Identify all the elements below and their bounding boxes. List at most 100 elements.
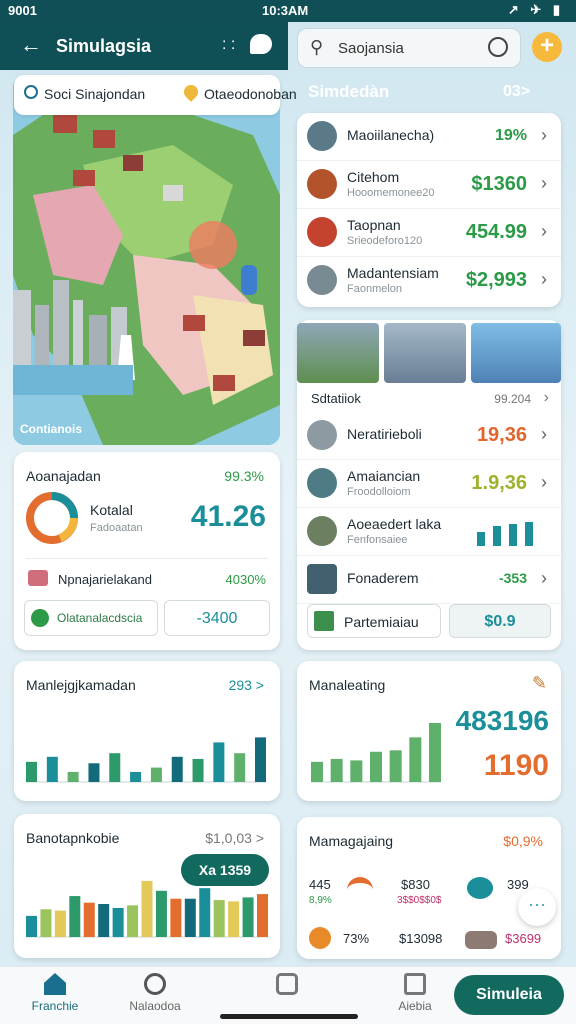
gauge-icon	[347, 877, 373, 899]
card-value[interactable]: 293 >	[229, 677, 264, 693]
status-icons: ↗ ✈ ▮	[507, 2, 564, 17]
nav-center[interactable]	[232, 973, 342, 999]
chart-bar	[311, 761, 323, 782]
nav-search-label: Nalaodoa	[129, 999, 181, 1013]
photo-thumbnail[interactable]	[297, 323, 379, 383]
clipboard-icon	[404, 973, 426, 995]
card-value: $0,9%	[503, 833, 543, 849]
summary-value: 73%	[343, 931, 370, 946]
search-icon: ⚲	[310, 37, 324, 57]
card-title: Manlejgjkamadan	[26, 677, 136, 693]
photo-card: Sdtatiiok 99.204 › Neratirieboli 19,36 ›…	[297, 320, 561, 650]
bar-chart-card[interactable]: Banotapnkobie $1,0,03 > Xa 1359	[14, 814, 280, 958]
pin-icon	[181, 82, 201, 102]
right-section-count[interactable]: 03>	[503, 83, 530, 101]
chart-bar	[213, 742, 225, 782]
summary-card[interactable]: Mamagajaing $0,9% 445 8,9% $830 3$$0$$0$…	[297, 817, 561, 959]
chart-bar	[330, 758, 343, 782]
list-item[interactable]: Maoiilanecha) 19% ›	[297, 113, 561, 161]
list-item[interactable]: Fonaderem -353 ›	[297, 556, 561, 604]
page-title: Simulagsia	[56, 36, 152, 56]
list-item-name: Citehom	[347, 169, 400, 185]
divider	[26, 558, 268, 559]
card-title: Mamagajaing	[309, 833, 394, 849]
chart-bar	[46, 756, 58, 782]
list-item[interactable]: Taopnan Srieodeforo120 454.99 ›	[297, 209, 561, 257]
map-filter-right[interactable]: Otaeodonoban	[204, 86, 297, 102]
status-bar: 9001 10:3AM ↗ ✈ ▮	[0, 0, 576, 22]
bar-chart-card[interactable]: Manlejgjkamadan 293 >	[14, 661, 280, 801]
stats-card: Aoanajadan 99.3% Kotalal Fadoaatan 41.26…	[14, 452, 280, 650]
back-arrow-icon[interactable]: ←	[20, 32, 42, 58]
chart-bar	[234, 753, 246, 782]
chevron-right-icon: ›	[541, 173, 547, 193]
card-title: Manaleating	[309, 677, 386, 693]
chart-bar	[228, 901, 240, 937]
list-item-name: Amaiancian	[347, 468, 421, 484]
chat-icon[interactable]	[250, 34, 272, 54]
list-item-name: Madantensiam	[347, 265, 439, 281]
summary-value: 399	[507, 877, 529, 892]
partner-value-button[interactable]: $0.9	[449, 604, 551, 638]
summary-value: $830	[401, 877, 430, 892]
chart-bar	[429, 722, 441, 782]
list-item[interactable]: Amaiancian Froodolloiom 1.9,36 ›	[297, 460, 561, 508]
stats-big-value: 41.26	[190, 500, 266, 533]
stats-chip-right[interactable]: -3400	[164, 600, 270, 636]
flag-icon	[28, 570, 48, 586]
summary-value: $3699	[505, 931, 542, 946]
list-item-sub: Fenfonsaiee	[347, 534, 408, 546]
timer-icon[interactable]	[488, 37, 508, 57]
stats-sub: Fadoaatan	[90, 522, 143, 534]
add-button[interactable]: +	[532, 32, 562, 62]
card-second-value: 1190	[483, 749, 549, 782]
avatar	[307, 217, 337, 247]
photo-thumbnail[interactable]	[384, 323, 466, 383]
bar-chart-card[interactable]: Manaleating ✎ 483196 1190	[297, 661, 561, 801]
more-dots-icon[interactable]: : :	[222, 36, 235, 54]
mini-bar-chart	[477, 522, 533, 546]
map-filter-left[interactable]: Soci Sinajondan	[44, 86, 145, 102]
list-item-name: Neratirieboli	[347, 426, 422, 442]
list-item-value: $1360	[471, 173, 527, 195]
map-illustration	[13, 75, 280, 445]
list-item[interactable]: Neratirieboli 19,36 ›	[297, 412, 561, 460]
coin-icon	[309, 927, 331, 949]
home-indicator	[220, 1014, 358, 1019]
more-dots-icon[interactable]: ⋯	[518, 888, 556, 926]
map-filter-pill[interactable]: Soci Sinajondan Otaeodonoban	[14, 75, 297, 115]
simulate-button[interactable]: Simuleia	[454, 975, 564, 1015]
map-footer: Contianois	[20, 422, 82, 436]
chart-bar	[192, 758, 204, 782]
avatar	[307, 420, 337, 450]
card-value[interactable]: $1,0,03 >	[205, 830, 264, 846]
chart-bar	[26, 761, 37, 782]
list-item-name: Fonaderem	[347, 570, 419, 586]
chart-bar	[171, 756, 183, 782]
partner-chip[interactable]: Partemiaiau	[307, 604, 441, 638]
list-item[interactable]: Citehom Hooomemonee20 $1360 ›	[297, 161, 561, 209]
search-input[interactable]: Saojansia	[338, 40, 404, 57]
chart-bar	[83, 902, 95, 937]
chart-bar	[213, 900, 225, 937]
nav-home[interactable]: Franchie	[0, 973, 110, 1013]
nav-home-label: Franchie	[31, 999, 79, 1013]
chart-bar	[69, 896, 81, 937]
map-card[interactable]	[13, 75, 280, 445]
nav-search[interactable]: Nalaodoa	[100, 973, 210, 1013]
summary-value: $13098	[399, 931, 443, 946]
list-item-value: 19,36	[476, 424, 527, 446]
chart-bar	[370, 751, 382, 782]
chevron-right-icon: ›	[541, 221, 547, 241]
photo-thumbnail[interactable]	[471, 323, 561, 383]
stats-name: Kotalal	[90, 502, 133, 518]
list-item[interactable]: Madantensiam Faonmelon $2,993 ›	[297, 257, 561, 305]
avatar	[307, 564, 337, 594]
search-bar[interactable]: ⚲ Saojansia	[297, 28, 521, 68]
avatar	[307, 516, 337, 546]
stats-chip-left[interactable]: Olatanalacdscia	[24, 600, 158, 636]
chart-bar	[67, 771, 79, 782]
chevron-right-icon: ›	[541, 125, 547, 145]
list-item[interactable]: Aoeaedert laka Fenfonsaiee	[297, 508, 561, 556]
chart-bar	[257, 894, 268, 937]
